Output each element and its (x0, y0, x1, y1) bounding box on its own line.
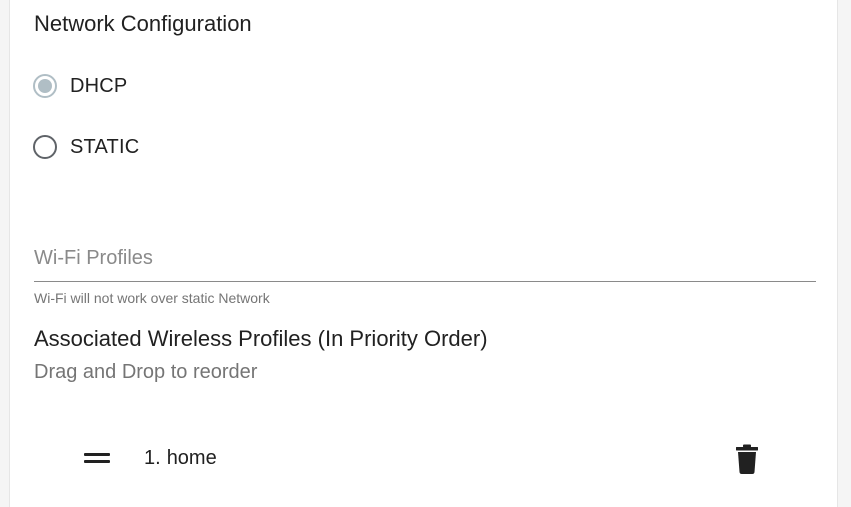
section-title: Network Configuration (34, 11, 252, 36)
associated-profiles-subtitle: Drag and Drop to reorder (34, 361, 258, 383)
profile-label: home (166, 447, 217, 469)
radio-button-unchecked[interactable] (33, 135, 57, 159)
wifi-profiles-select[interactable]: Wi-Fi Profiles (34, 245, 816, 282)
radio-static[interactable]: STATIC (33, 131, 139, 163)
wifi-helper-text: Wi-Fi will not work over static Network (34, 290, 270, 306)
radio-button-checked[interactable] (33, 74, 57, 98)
profile-index: 1. (144, 447, 161, 469)
trash-icon[interactable] (734, 444, 760, 474)
profile-name: 1. home (144, 447, 217, 470)
profile-list-item[interactable]: 1. home (70, 436, 790, 482)
radio-label-dhcp: DHCP (70, 74, 128, 97)
radio-label-static: STATIC (70, 135, 140, 158)
associated-profiles-title: Associated Wireless Profiles (In Priorit… (34, 326, 488, 351)
drag-handle-icon[interactable] (84, 451, 110, 465)
radio-dhcp[interactable]: DHCP (33, 70, 127, 102)
network-config-card: Network Configuration DHCP STATIC Wi-Fi … (9, 0, 838, 507)
wifi-profiles-placeholder: Wi-Fi Profiles (34, 247, 153, 269)
